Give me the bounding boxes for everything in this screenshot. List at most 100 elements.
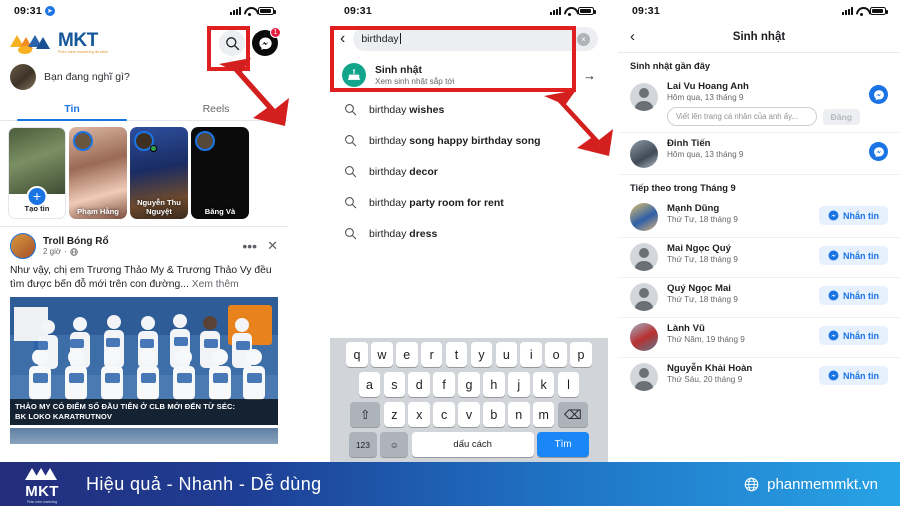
key-b[interactable]: b	[483, 402, 505, 427]
messenger-circle-button[interactable]	[869, 85, 888, 104]
row-content: Nguyễn Khải Hoàn Thứ Sáu, 20 tháng 9	[667, 363, 810, 384]
globe-icon	[744, 477, 759, 491]
avatar[interactable]	[630, 283, 658, 311]
suggestion-text: birthday decor	[369, 166, 438, 178]
highlight-box-search-suggestion	[330, 26, 576, 92]
suggestion-text: birthday dress	[369, 228, 437, 240]
key-m[interactable]: m	[532, 402, 555, 427]
avatar[interactable]	[630, 363, 658, 391]
key-k[interactable]: k	[532, 372, 555, 397]
table-row[interactable]: Lai Vu Hoang Anh Hôm qua, 13 tháng 9 Viế…	[618, 76, 900, 133]
key-i[interactable]: i	[520, 342, 542, 367]
key-s[interactable]: s	[383, 372, 406, 397]
table-row[interactable]: Mai Ngọc Quý Thứ Tư, 18 tháng 9 Nhắn tin	[618, 238, 900, 278]
screenshot-root: 09:31 ➤ MKT Phần mềm marketing đa kênh 1…	[0, 0, 900, 506]
emoji-key[interactable]: ☺	[380, 432, 409, 457]
message-button[interactable]: Nhắn tin	[819, 286, 888, 305]
post-image[interactable]: THẢO MY CÓ ĐIỂM SỐ ĐẦU TIÊN Ở CLB MỚI ĐẾ…	[10, 297, 278, 426]
key-t[interactable]: t	[445, 342, 468, 367]
search-submit-key[interactable]: Tìm	[537, 432, 590, 457]
table-row[interactable]: Quý Ngọc Mai Thứ Tư, 18 tháng 9 Nhắn tin	[618, 278, 900, 318]
key-f[interactable]: f	[433, 372, 455, 397]
post-see-more[interactable]: Xem thêm	[192, 279, 239, 290]
suggestion-prefix: birthday	[369, 103, 410, 116]
post-menu-button[interactable]: •••	[242, 238, 257, 254]
key-o[interactable]: o	[545, 342, 567, 367]
key-d[interactable]: d	[408, 372, 430, 397]
post-wish-button[interactable]: Đăng	[822, 108, 860, 125]
bottom-banner: MKT Phần mềm marketing Hiệu quả - Nhanh …	[0, 462, 900, 506]
key-l[interactable]: l	[557, 372, 580, 397]
key-w[interactable]: w	[371, 342, 393, 367]
key-a[interactable]: a	[358, 372, 381, 397]
key-x[interactable]: x	[408, 402, 430, 427]
messenger-icon	[828, 290, 839, 301]
message-button-label: Nhắn tin	[843, 290, 879, 301]
table-row[interactable]: Lành Vũ Thứ Năm, 19 tháng 9 Nhắn tin	[618, 318, 900, 358]
person-date: Thứ Năm, 19 tháng 9	[667, 335, 745, 344]
post-close-button[interactable]: ✕	[267, 238, 278, 254]
numbers-key[interactable]: 123	[348, 432, 377, 457]
list-item[interactable]: birthday decor	[330, 156, 608, 187]
message-button[interactable]: Nhắn tin	[819, 246, 888, 265]
list-item[interactable]: Nguyễn Thu Nguyệt	[130, 127, 188, 219]
key-j[interactable]: j	[508, 372, 530, 397]
key-c[interactable]: c	[433, 402, 455, 427]
messenger-circle-button[interactable]	[869, 142, 888, 161]
banner-url[interactable]: phanmemmkt.vn	[744, 476, 878, 493]
avatar	[10, 64, 36, 90]
banner-logo: MKT Phần mềm marketing	[22, 464, 62, 504]
key-z[interactable]: z	[383, 402, 406, 427]
backspace-key[interactable]: ⌫	[557, 402, 588, 427]
key-n[interactable]: n	[508, 402, 530, 427]
tab-tin[interactable]: Tin	[0, 97, 144, 122]
list-item[interactable]: Băng Và	[191, 127, 249, 219]
person-name: Lai Vu Hoang Anh	[667, 81, 749, 92]
battery-icon	[870, 6, 888, 16]
list-item[interactable]: birthday party room for rent	[330, 187, 608, 218]
key-q[interactable]: q	[346, 342, 368, 367]
avatar[interactable]	[630, 83, 658, 111]
birthdays-header: ‹ Sinh nhật	[618, 22, 900, 53]
keyboard-row-1: q w e r t y u i o p	[333, 342, 605, 367]
table-row[interactable]: Mạnh Dũng Thứ Tư, 18 tháng 9 Nhắn tin	[618, 198, 900, 238]
mkt-mark-icon	[25, 468, 57, 480]
wish-input[interactable]: Viết lên trang cá nhân của anh ấy...	[667, 107, 817, 126]
keyboard-row-3: ⇧ z x c v b n m ⌫	[333, 402, 605, 427]
avatar[interactable]	[630, 140, 658, 168]
avatar[interactable]	[630, 203, 658, 231]
key-u[interactable]: u	[495, 342, 518, 367]
avatar[interactable]	[630, 243, 658, 271]
key-r[interactable]: r	[420, 342, 443, 367]
story-create[interactable]: + Tạo tin	[8, 127, 66, 219]
message-button[interactable]: Nhắn tin	[819, 366, 888, 385]
message-button[interactable]: Nhắn tin	[819, 206, 888, 225]
page-title: Sinh nhật	[732, 30, 786, 43]
key-h[interactable]: h	[483, 372, 505, 397]
message-button[interactable]: Nhắn tin	[819, 326, 888, 345]
space-key[interactable]: dấu cách	[411, 432, 534, 457]
table-row[interactable]: Đinh Tiến Hôm qua, 13 tháng 9	[618, 133, 900, 175]
post-author[interactable]: Troll Bóng Rổ	[43, 236, 109, 247]
key-v[interactable]: v	[458, 402, 480, 427]
avatar[interactable]	[10, 233, 36, 259]
search-icon	[345, 135, 357, 147]
key-e[interactable]: e	[396, 342, 418, 367]
key-y[interactable]: y	[470, 342, 493, 367]
table-row[interactable]: Nguyễn Khải Hoàn Thứ Sáu, 20 tháng 9 Nhắ…	[618, 358, 900, 397]
shift-key[interactable]: ⇧	[350, 402, 381, 427]
key-p[interactable]: p	[570, 342, 592, 367]
avatar[interactable]	[630, 323, 658, 351]
row-content: Mai Ngọc Quý Thứ Tư, 18 tháng 9	[667, 243, 810, 264]
story-label: Phạm Hằng	[77, 206, 119, 216]
key-g[interactable]: g	[458, 372, 480, 397]
post-actions: ••• ✕	[242, 238, 278, 254]
suggestion-prefix: birthday	[369, 196, 410, 209]
list-item[interactable]: Phạm Hằng	[69, 127, 127, 219]
row-content: Lai Vu Hoang Anh Hôm qua, 13 tháng 9 Viế…	[667, 81, 860, 126]
status-time: 09:31	[14, 5, 42, 17]
status-time: 09:31	[344, 5, 372, 17]
clear-icon[interactable]: ×	[577, 32, 590, 46]
back-button[interactable]: ‹	[630, 29, 635, 44]
list-item[interactable]: birthday dress	[330, 218, 608, 249]
